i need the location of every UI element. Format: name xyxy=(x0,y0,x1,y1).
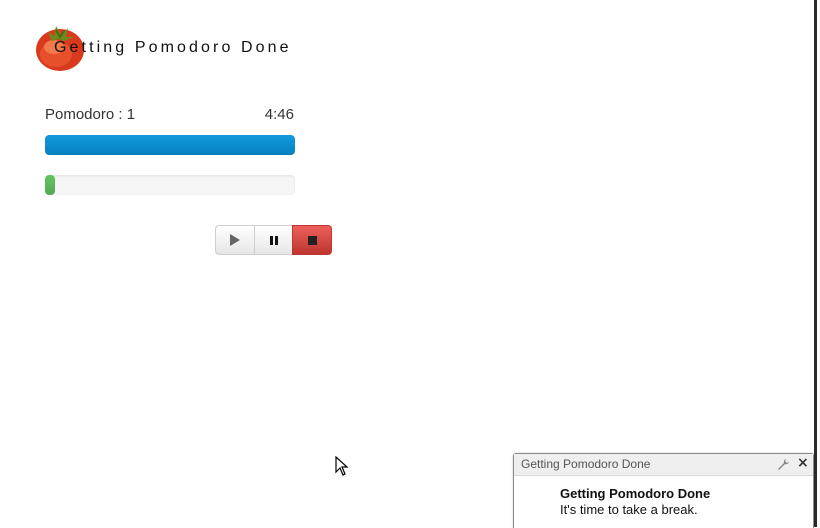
notification-title: Getting Pomodoro Done xyxy=(560,486,711,501)
notification-popup[interactable]: Getting Pomodoro Done × Getting Pomodoro… xyxy=(513,453,814,528)
session-progress-bar xyxy=(45,135,295,155)
mouse-cursor-icon xyxy=(335,455,349,481)
notification-body: It's time to take a break. xyxy=(560,502,698,517)
notification-header-title: Getting Pomodoro Done xyxy=(521,457,651,471)
timer-controls xyxy=(215,225,332,255)
close-icon[interactable]: × xyxy=(797,455,809,471)
stop-icon xyxy=(307,235,317,245)
session-progress-fill xyxy=(45,135,295,155)
pause-icon xyxy=(269,235,278,245)
notification-header: Getting Pomodoro Done × xyxy=(514,454,813,476)
stop-button[interactable] xyxy=(292,225,332,255)
elapsed-progress-bar xyxy=(45,175,295,195)
elapsed-progress-fill xyxy=(45,175,55,195)
wrench-icon[interactable] xyxy=(777,458,790,471)
play-icon xyxy=(230,234,240,246)
play-button[interactable] xyxy=(215,225,254,255)
time-remaining: 4:46 xyxy=(264,106,294,123)
app-title: Getting Pomodoro Done xyxy=(54,39,292,56)
pause-button[interactable] xyxy=(254,225,292,255)
session-label: Pomodoro : 1 xyxy=(45,106,136,123)
